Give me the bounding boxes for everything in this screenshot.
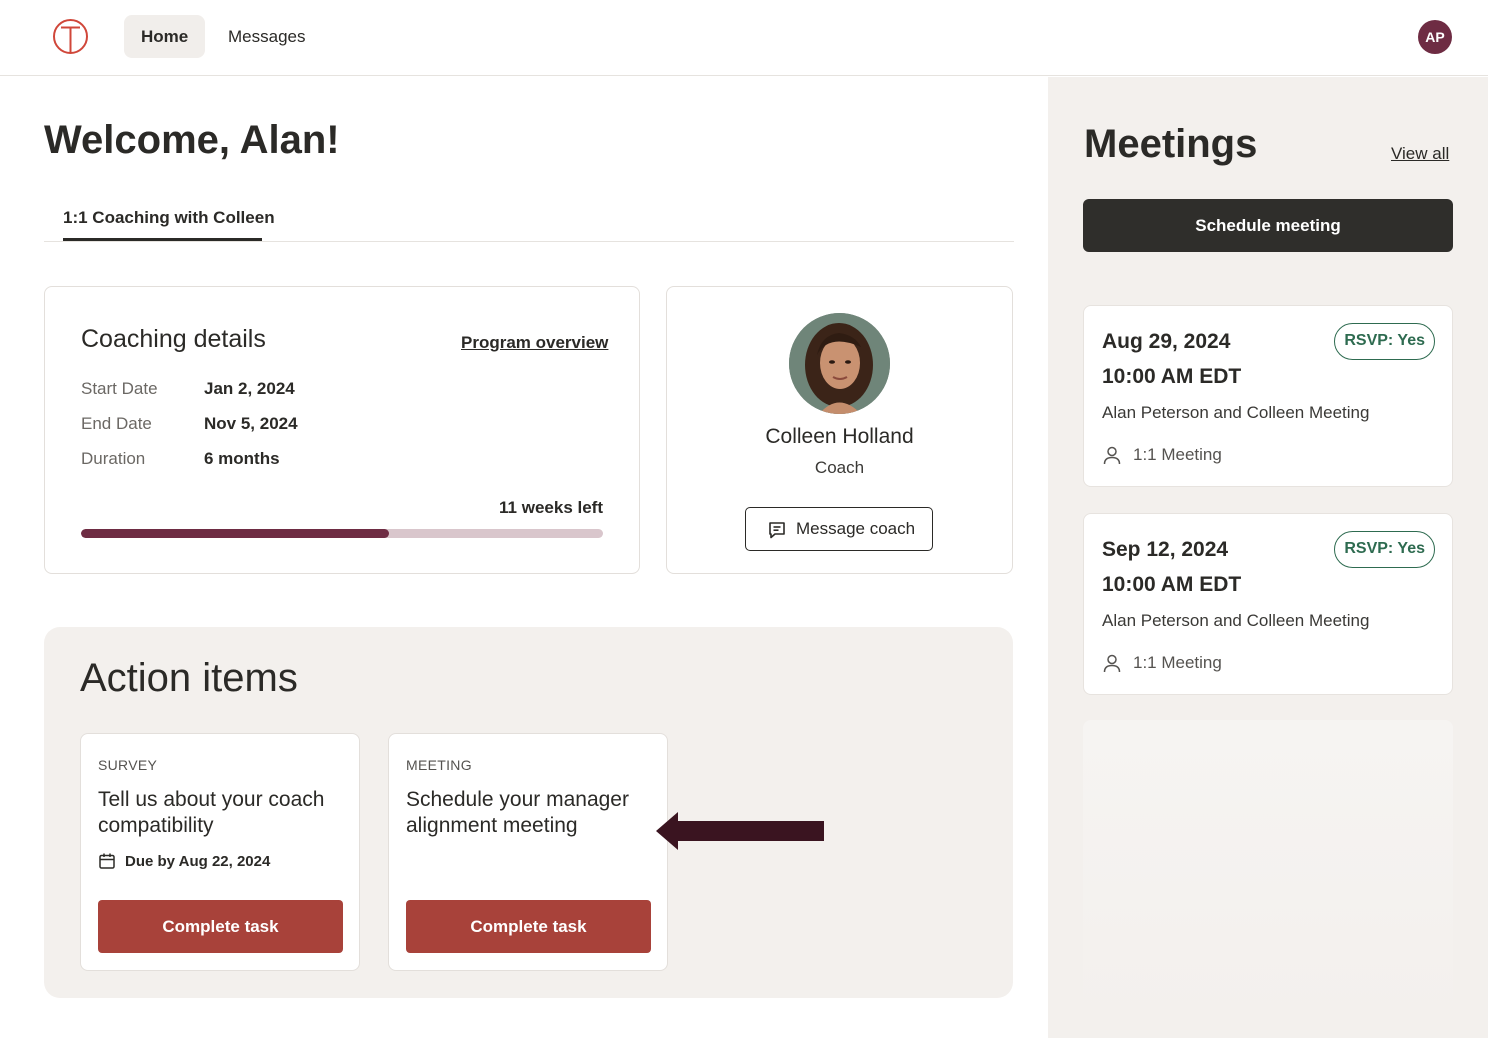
due-date-label: Due by Aug 22, 2024 — [125, 853, 271, 870]
message-coach-label: Message coach — [796, 519, 916, 538]
person-icon — [1103, 446, 1121, 465]
arrow-icon — [656, 812, 824, 850]
meeting-description: Alan Peterson and Colleen Meeting — [1102, 611, 1370, 630]
meeting-date: Sep 12, 2024 — [1102, 538, 1229, 561]
meeting-type-label: 1:1 Meeting — [1133, 445, 1222, 464]
message-coach-button[interactable]: Message coach — [745, 507, 933, 551]
rsvp-badge: RSVP: Yes — [1334, 323, 1435, 360]
action-items-title: Action items — [80, 656, 298, 700]
tab-active-indicator — [63, 238, 262, 241]
coach-photo — [789, 313, 890, 414]
meeting-card[interactable]: Sep 12, 2024 RSVP: Yes 10:00 AM EDT Alan… — [1083, 513, 1453, 695]
schedule-meeting-button[interactable]: Schedule meeting — [1083, 199, 1453, 252]
top-nav: Home Messages AP — [0, 0, 1488, 76]
chat-icon — [769, 522, 785, 539]
tab-coaching[interactable]: 1:1 Coaching with Colleen — [63, 208, 275, 228]
nav-messages-tab[interactable]: Messages — [211, 15, 322, 58]
action-kind: SURVEY — [98, 757, 158, 773]
coaching-details-title: Coaching details — [81, 325, 266, 353]
tab-divider — [44, 241, 1014, 242]
start-date-value: Jan 2, 2024 — [204, 379, 295, 398]
meeting-description: Alan Peterson and Colleen Meeting — [1102, 403, 1370, 422]
complete-task-button[interactable]: Complete task — [406, 900, 651, 953]
coaching-details-card: Coaching details Program overview Start … — [44, 286, 640, 574]
meeting-date: Aug 29, 2024 — [1102, 330, 1231, 353]
person-icon — [1103, 654, 1121, 673]
nav-home-tab[interactable]: Home — [124, 15, 206, 58]
weeks-left-text: 11 weeks left — [499, 498, 603, 517]
program-overview-link[interactable]: Program overview — [461, 333, 608, 353]
calendar-icon — [99, 853, 115, 869]
meeting-type-label: 1:1 Meeting — [1133, 653, 1222, 672]
loading-placeholder — [1083, 720, 1453, 1020]
meeting-time: 10:00 AM EDT — [1102, 573, 1242, 596]
start-date-label: Start Date — [81, 379, 158, 398]
duration-value: 6 months — [204, 449, 280, 468]
rsvp-badge: RSVP: Yes — [1334, 531, 1435, 568]
complete-task-button[interactable]: Complete task — [98, 900, 343, 953]
action-kind: MEETING — [406, 757, 472, 773]
meeting-time: 10:00 AM EDT — [1102, 365, 1242, 388]
end-date-value: Nov 5, 2024 — [204, 414, 298, 433]
meetings-title: Meetings — [1084, 122, 1258, 166]
page-title: Welcome, Alan! — [44, 118, 340, 162]
avatar[interactable]: AP — [1418, 20, 1452, 54]
action-card-meeting: MEETING Schedule your manager alignment … — [388, 733, 668, 971]
action-title: Tell us about your coach compatibility — [98, 788, 325, 837]
action-title: Schedule your manager alignment meeting — [406, 788, 629, 837]
action-card-survey: SURVEY Tell us about your coach compatib… — [80, 733, 360, 971]
end-date-label: End Date — [81, 414, 152, 433]
coach-name: Colleen Holland — [765, 425, 914, 448]
progress-bar-fill — [81, 529, 389, 538]
coach-role: Coach — [814, 458, 865, 477]
progress-bar — [81, 529, 603, 538]
logo-icon[interactable] — [52, 18, 89, 55]
coach-card: Colleen Holland Coach Message coach — [666, 286, 1013, 574]
meeting-card[interactable]: Aug 29, 2024 RSVP: Yes 10:00 AM EDT Alan… — [1083, 305, 1453, 487]
duration-label: Duration — [81, 449, 146, 468]
view-all-link[interactable]: View all — [1391, 144, 1449, 164]
